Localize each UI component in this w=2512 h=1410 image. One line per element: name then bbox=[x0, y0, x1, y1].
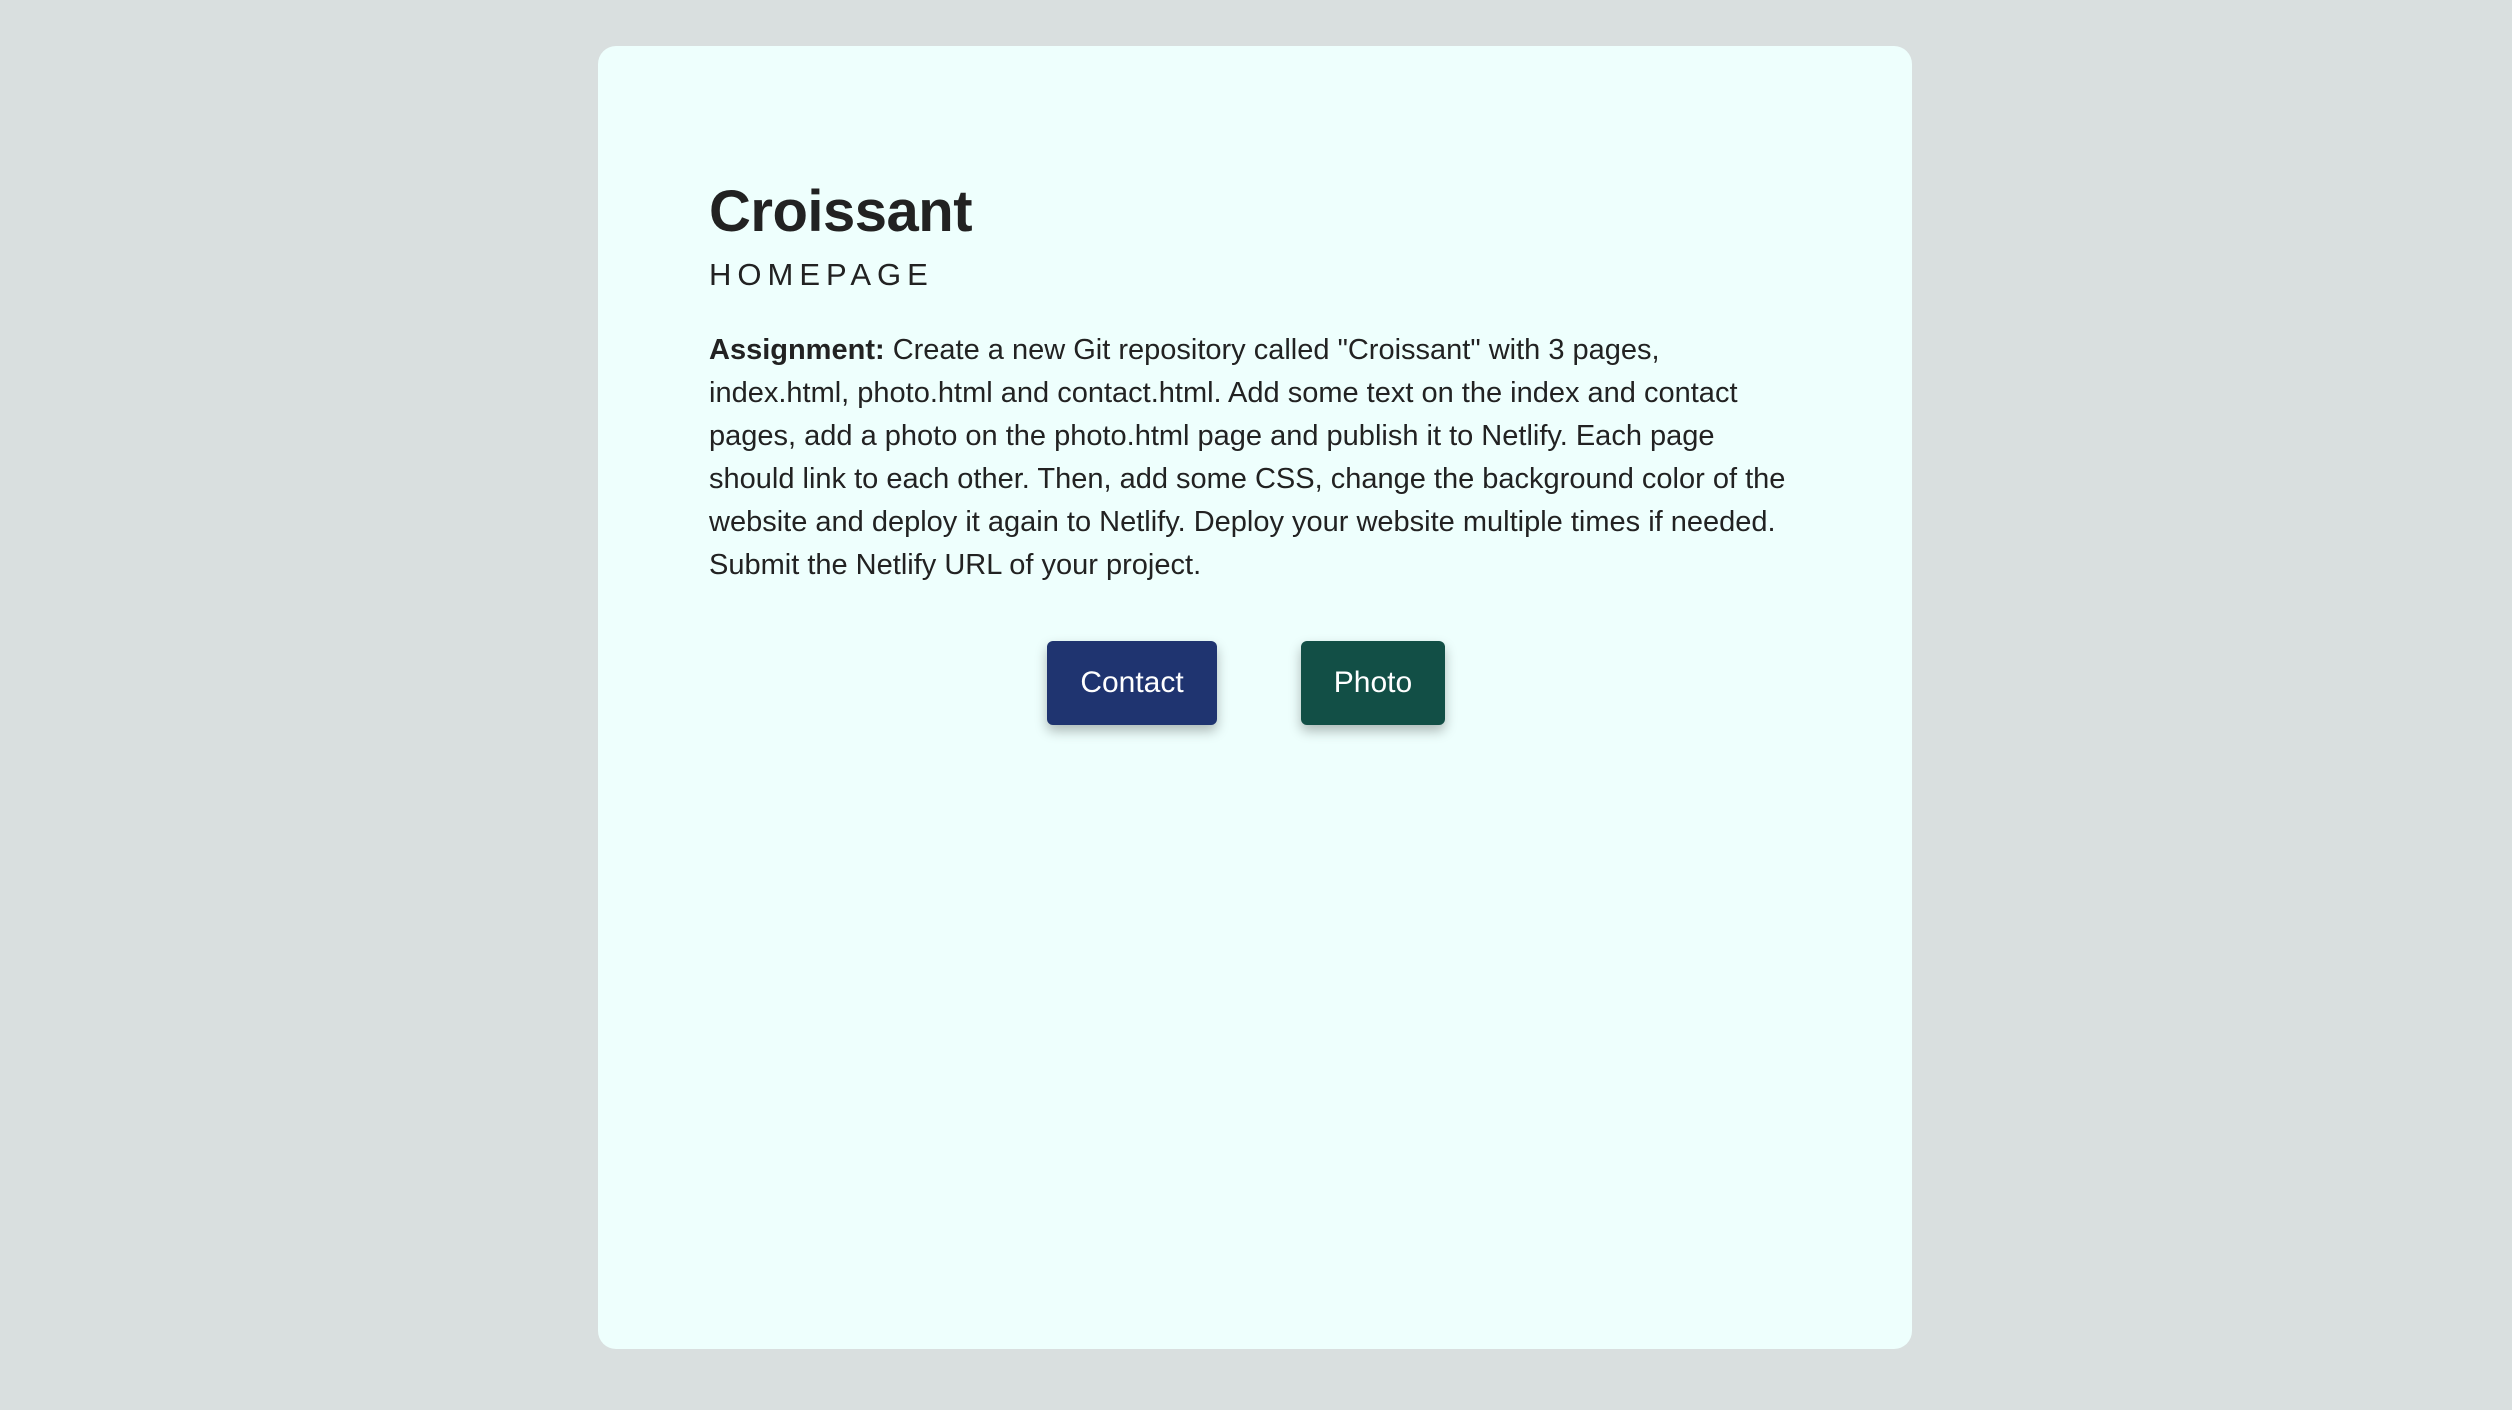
nav-buttons: Contact Photo bbox=[709, 640, 1802, 725]
assignment-label: Assignment: bbox=[709, 333, 885, 366]
content-card: Croissant HOMEPAGE Assignment: Create a … bbox=[598, 46, 1912, 1349]
assignment-text: Create a new Git repository called "Croi… bbox=[709, 333, 1786, 581]
page-title: Croissant bbox=[709, 179, 973, 244]
assignment-paragraph: Assignment: Create a new Git repository … bbox=[709, 329, 1802, 587]
photo-button[interactable]: Photo bbox=[1301, 640, 1445, 725]
page-subtitle: HOMEPAGE bbox=[709, 256, 934, 292]
contact-button[interactable]: Contact bbox=[1047, 640, 1217, 725]
